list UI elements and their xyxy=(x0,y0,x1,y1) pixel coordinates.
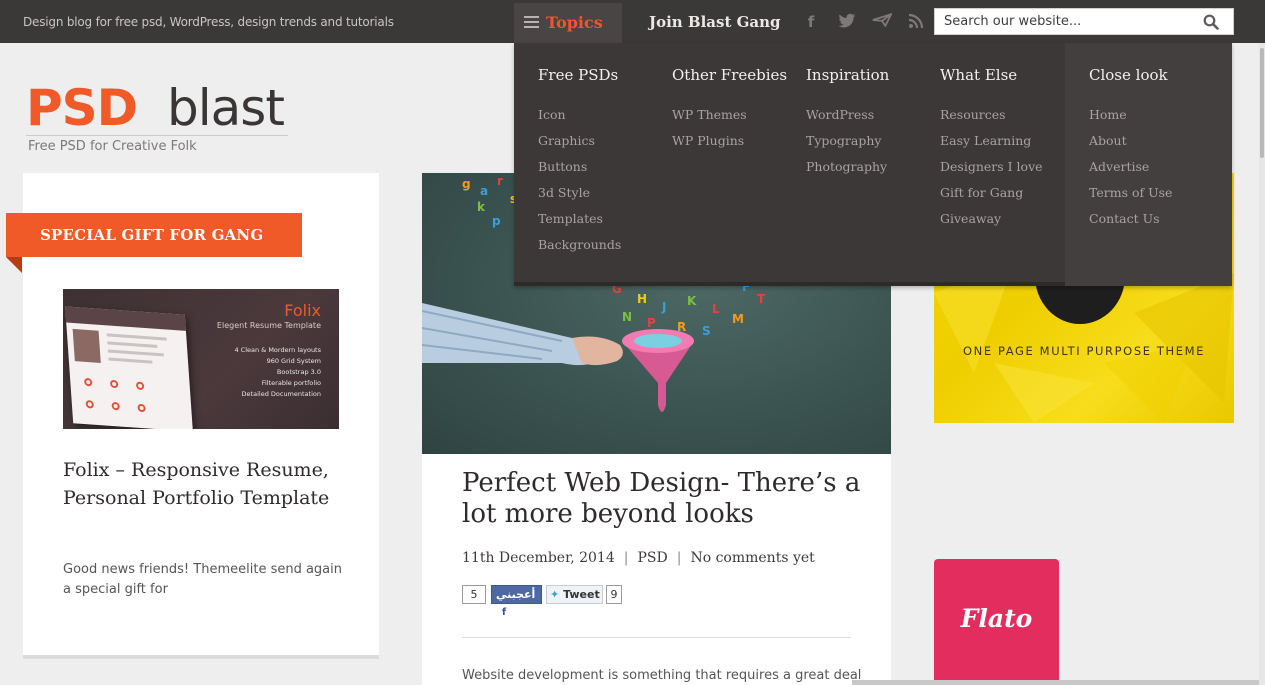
svg-text:S: S xyxy=(702,324,711,338)
menu-item[interactable]: About xyxy=(1089,128,1172,154)
menu-item[interactable]: Templates xyxy=(538,206,621,232)
menu-item[interactable]: Contact Us xyxy=(1089,206,1172,232)
menu-item[interactable]: Designers I love xyxy=(940,154,1043,180)
menu-column-inspiration: Inspiration WordPress Typography Photogr… xyxy=(806,66,889,180)
menu-column-close-look: Close look Home About Advertise Terms of… xyxy=(1089,66,1172,232)
menu-item[interactable]: WP Plugins xyxy=(672,128,787,154)
folix-feature: Bootstrap 3.0 xyxy=(276,368,321,376)
horizontal-scrollbar[interactable] xyxy=(852,680,1259,685)
folix-feature-list: 4 Clean & Mordern layouts 960 Grid Syste… xyxy=(234,345,321,400)
topics-label: Topics xyxy=(546,13,603,32)
search-input[interactable] xyxy=(935,9,1195,34)
folix-feature: Detailed Documentation xyxy=(241,390,321,398)
facebook-icon[interactable]: f xyxy=(802,13,820,31)
svg-text:g: g xyxy=(462,177,471,191)
folix-feature: Filterable portfolio xyxy=(261,379,321,387)
topics-menu-button[interactable]: Topics xyxy=(514,3,622,43)
search-icon[interactable] xyxy=(1203,14,1219,30)
menu-item[interactable]: Easy Learning xyxy=(940,128,1043,154)
resume-mockup xyxy=(65,306,193,429)
folix-feature: 960 Grid System xyxy=(266,357,321,365)
rss-icon[interactable] xyxy=(907,13,925,31)
twitter-icon[interactable] xyxy=(838,13,856,31)
menu-column-what-else: What Else Resources Easy Learning Design… xyxy=(940,66,1043,232)
twitter-icon: ✦ xyxy=(550,588,560,601)
ribbon-fold xyxy=(6,257,22,273)
fb-like-count: 5 xyxy=(462,585,486,604)
logo-subtitle: Free PSD for Creative Folk xyxy=(28,139,197,154)
post-divider xyxy=(462,637,851,638)
menu-item[interactable]: WordPress xyxy=(806,102,889,128)
menu-item[interactable]: 3d Style xyxy=(538,180,621,206)
gift-post-title[interactable]: Folix – Responsive Resume, Personal Port… xyxy=(63,456,353,512)
post-category[interactable]: PSD xyxy=(637,550,667,566)
svg-text:M: M xyxy=(732,312,744,326)
menu-heading[interactable]: Other Freebies xyxy=(672,66,787,84)
menu-item[interactable]: Graphics xyxy=(538,128,621,154)
hamburger-icon xyxy=(524,16,539,28)
post-title[interactable]: Perfect Web Design- There’s a lot more b… xyxy=(462,468,862,530)
menu-heading[interactable]: Free PSDs xyxy=(538,66,621,84)
gift-ribbon-label: SPECIAL GIFT FOR GANG xyxy=(40,226,264,244)
logo-psd-text: PSD xyxy=(26,79,138,137)
post-date: 11th December, 2014 xyxy=(462,550,615,566)
tweet-count: 9 xyxy=(606,585,622,604)
logo-blast-text: blast xyxy=(167,79,285,137)
menu-item[interactable]: Icon xyxy=(538,102,621,128)
menu-item[interactable]: WP Themes xyxy=(672,102,787,128)
svg-text:J: J xyxy=(661,300,666,314)
fb-like-button[interactable]: أعجبني f xyxy=(491,585,542,618)
folix-feature: 4 Clean & Mordern layouts xyxy=(234,346,321,354)
menu-item[interactable]: Advertise xyxy=(1089,154,1172,180)
svg-text:T: T xyxy=(757,292,766,306)
svg-text:L: L xyxy=(712,302,720,316)
menu-heading[interactable]: Inspiration xyxy=(806,66,889,84)
folix-thumbnail[interactable]: Folix Elegent Resume Template 4 Clean & … xyxy=(63,289,339,429)
site-tagline: Design blog for free psd, WordPress, des… xyxy=(23,15,394,29)
menu-item[interactable]: Typography xyxy=(806,128,889,154)
menu-item[interactable]: Backgrounds xyxy=(538,232,621,258)
menu-heading[interactable]: Close look xyxy=(1089,66,1172,84)
paper-plane-icon[interactable] xyxy=(872,12,893,31)
fb-like-label: أعجبني xyxy=(496,588,536,601)
facebook-icon: f xyxy=(499,607,509,618)
svg-text:a: a xyxy=(480,184,488,198)
svg-text:P: P xyxy=(647,316,656,330)
svg-text:k: k xyxy=(477,200,486,214)
svg-text:r: r xyxy=(497,174,503,188)
yellow-ad-tagline: ONE PAGE MULTI PURPOSE THEME xyxy=(963,344,1205,358)
tweet-button[interactable]: ✦ Tweet xyxy=(546,585,603,604)
menu-item[interactable]: Resources xyxy=(940,102,1043,128)
gift-post-excerpt: Good news friends! Themeelite send again… xyxy=(63,562,342,597)
svg-text:K: K xyxy=(687,294,697,308)
menu-item[interactable]: Giveaway xyxy=(940,206,1043,232)
post-excerpt: Website development is something that re… xyxy=(462,668,862,683)
search-box xyxy=(934,8,1234,35)
menu-item[interactable]: Home xyxy=(1089,102,1172,128)
logo-divider xyxy=(26,135,288,136)
menu-column-free-psds: Free PSDs Icon Graphics Buttons 3d Style… xyxy=(538,66,621,258)
post-meta: 11th December, 2014 | PSD | No comments yet xyxy=(462,550,815,566)
menu-item[interactable]: Terms of Use xyxy=(1089,180,1172,206)
post-comments[interactable]: No comments yet xyxy=(690,550,814,566)
top-bar: Design blog for free psd, WordPress, des… xyxy=(0,0,1265,43)
tweet-label: Tweet xyxy=(563,588,600,601)
svg-text:R: R xyxy=(677,320,686,334)
folix-image-title: Folix xyxy=(284,301,321,320)
menu-item[interactable]: Photography xyxy=(806,154,889,180)
menu-item[interactable]: Gift for Gang xyxy=(940,180,1043,206)
menu-heading[interactable]: What Else xyxy=(940,66,1043,84)
flato-logo: Flato xyxy=(960,604,1033,633)
svg-text:p: p xyxy=(492,214,501,228)
join-blast-gang-link[interactable]: Join Blast Gang xyxy=(649,13,781,31)
svg-text:N: N xyxy=(622,310,632,324)
scrollbar-thumb[interactable] xyxy=(1260,48,1264,158)
svg-text:H: H xyxy=(637,292,647,306)
menu-column-other-freebies: Other Freebies WP Themes WP Plugins xyxy=(672,66,787,154)
folix-image-subtitle: Elegent Resume Template xyxy=(216,321,321,330)
menu-item[interactable]: Buttons xyxy=(538,154,621,180)
